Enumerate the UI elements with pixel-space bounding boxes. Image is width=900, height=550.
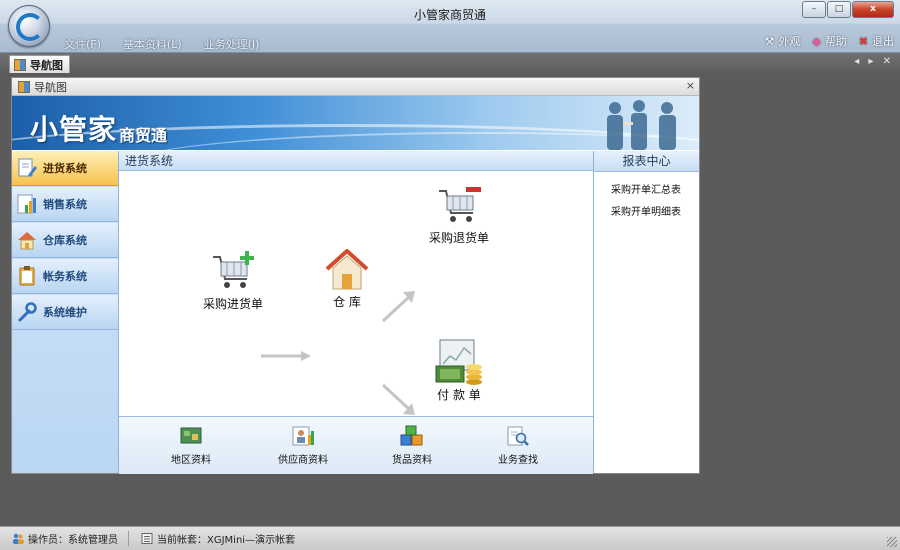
payment-money-icon [435,339,482,385]
purchase-return-label: 采购退货单 [428,231,489,245]
close-button[interactable]: x [852,1,894,18]
tab-scroll-close-controls[interactable]: ◂ ▸ ✕ [854,56,894,67]
warehouse-label: 仓 库 [333,295,361,309]
arrow-right-icon [261,351,311,361]
map-icon [180,427,202,444]
warehouse-house-icon [325,249,369,290]
panel-close-button[interactable]: × [686,79,695,92]
clipboard-icon [19,266,35,286]
arrow-down-right-icon [381,383,415,415]
navigation-panel: 导航图 × 小管家 商贸通 进货系统 销售系统 仓库系统 帐务系统 系统维护 进… [11,77,700,474]
document-tab-strip: 导航图 ◂ ▸ ✕ [0,53,900,73]
brand-name: 小管家 [30,113,118,146]
window-title: 小管家商贸通 [413,8,486,22]
warehouse-node[interactable]: 仓 库 [315,247,379,310]
payment-label: 付 款 单 [437,388,481,402]
menu-file[interactable]: 文件(F) [64,36,101,52]
sidebar-item-label: 帐务系统 [43,270,87,283]
minimize-button[interactable]: – [802,1,826,18]
report-link-purchase-summary[interactable]: 采购开单汇总表 [594,181,699,196]
quick-item-label: 货品资料 [392,455,432,466]
business-people-icon [607,100,676,150]
cart-add-icon [213,251,254,288]
help-book-icon: ◆ [812,34,821,48]
title-bar: 小管家商贸通 – □ x 文件(F) 基本资料(L) 业务处理(J) ⚒ 外观 … [0,0,900,53]
purchase-flow-area: 进货系统 采购进货单 仓 库 采购退货单 付 款 单 地区资料 供应商资料 货品… [119,151,594,474]
bar-chart-icon [17,194,36,214]
quick-item-label: 供应商资料 [278,455,328,466]
tab-navigation[interactable]: 导航图 [9,55,70,73]
brand-banner: 小管家 商贸通 [12,96,699,150]
section-title: 进货系统 [119,151,593,171]
sidebar-item-warehouse[interactable]: 仓库系统 [12,223,118,258]
status-bar: 操作员：系统管理员 当前帐套：XGJMini—演示帐套 [0,526,900,550]
report-center-panel: 报表中心 采购开单汇总表 采购开单明细表 [594,151,699,473]
tab-navigation-label: 导航图 [30,58,63,72]
resize-grip[interactable] [887,537,897,547]
sidebar-item-label: 销售系统 [43,198,87,211]
window-controls: – □ x [801,1,894,18]
arrow-up-right-icon [381,291,415,323]
panel-title-bar: 导航图 × [12,78,699,96]
status-account-text: 当前帐套：XGJMini—演示帐套 [157,535,296,546]
status-operator: 操作员：系统管理员 [0,531,129,546]
purchase-in-node[interactable]: 采购进货单 [185,249,281,312]
exit-x-icon: ✖ [858,34,868,48]
sidebar-item-label: 进货系统 [43,162,87,175]
sidebar-item-sales[interactable]: 销售系统 [12,187,118,222]
menu-business[interactable]: 业务处理(J) [204,36,260,52]
quick-access-bar: 地区资料 供应商资料 货品资料 业务查找 [119,416,593,474]
boxes-icon [400,425,423,446]
appearance-button[interactable]: ⚒ 外观 [764,33,800,49]
sidebar-item-label: 系统维护 [43,306,87,319]
menu-basic-data[interactable]: 基本资料(L) [123,36,182,52]
tools-icon: ⚒ [764,34,775,48]
quick-item-label: 业务查找 [498,455,538,466]
users-icon [13,533,24,544]
menu-bar: 文件(F) 基本资料(L) 业务处理(J) [64,36,281,52]
quick-region-data[interactable]: 地区资料 [156,425,226,466]
ledger-icon [141,533,153,544]
quick-item-label: 地区资料 [171,455,211,466]
brand-subtitle: 商贸通 [119,126,168,145]
toolbar-right: ⚒ 外观 ◆ 帮助 ✖ 退出 [752,33,894,49]
purchase-return-node[interactable]: 采购退货单 [413,183,505,246]
wrench-icon [18,302,37,322]
help-button[interactable]: ◆ 帮助 [812,33,846,49]
appearance-label: 外观 [778,35,801,48]
sidebar-item-purchase[interactable]: 进货系统 [12,151,118,186]
home-icon [18,232,36,250]
navigation-map-icon [18,80,30,93]
search-document-icon [507,426,529,446]
status-operator-text: 操作员：系统管理员 [28,535,118,546]
quick-business-search[interactable]: 业务查找 [483,425,553,466]
exit-button[interactable]: ✖ 退出 [859,33,894,49]
document-edit-icon [18,158,37,177]
report-link-purchase-detail[interactable]: 采购开单明细表 [594,203,699,218]
system-sidebar: 进货系统 销售系统 仓库系统 帐务系统 系统维护 [12,151,119,473]
supplier-icon [292,426,314,446]
status-account: 当前帐套：XGJMini—演示帐套 [129,531,305,546]
cart-remove-icon [439,187,481,222]
quick-goods-data[interactable]: 货品资料 [377,425,447,466]
maximize-button[interactable]: □ [827,1,851,18]
sidebar-item-label: 仓库系统 [43,234,87,247]
payment-node[interactable]: 付 款 单 [419,338,499,403]
report-center-title: 报表中心 [594,151,699,172]
navigation-map-icon [14,58,26,71]
sidebar-item-maintenance[interactable]: 系统维护 [12,295,118,330]
help-label: 帮助 [824,35,847,48]
sidebar-item-accounting[interactable]: 帐务系统 [12,259,118,294]
purchase-in-label: 采购进货单 [202,297,263,311]
quick-supplier-data[interactable]: 供应商资料 [268,425,338,466]
exit-label: 退出 [872,35,894,48]
panel-title: 导航图 [34,80,67,94]
